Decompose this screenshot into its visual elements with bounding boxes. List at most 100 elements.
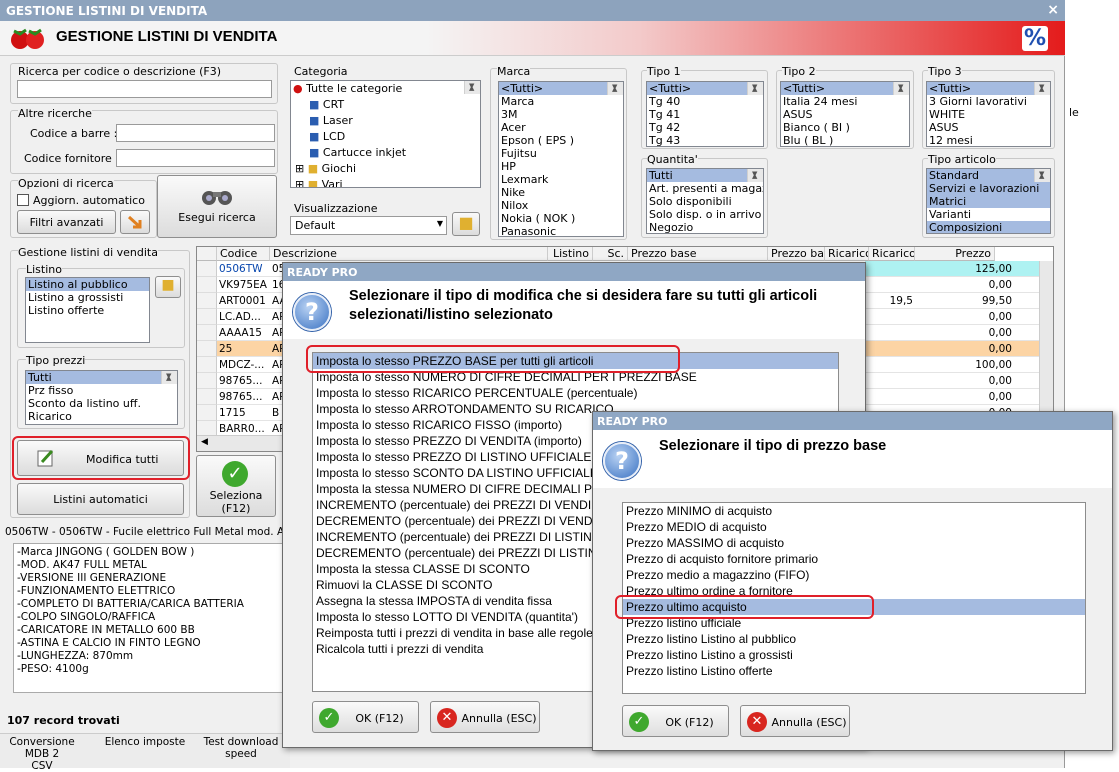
col-header[interactable]: Ricarico [869, 247, 915, 261]
tree-item[interactable]: ■ LCD [291, 129, 480, 145]
price-type-item-scrollbar[interactable] [161, 371, 177, 385]
row-indicator[interactable] [197, 309, 217, 325]
base-price-item[interactable]: Prezzo listino Listino offerte [623, 663, 1085, 679]
listino-folder-button[interactable]: ■ [155, 276, 181, 298]
type1-item[interactable]: Tg 42 [647, 121, 763, 134]
row-indicator[interactable] [197, 261, 217, 277]
row-indicator[interactable] [197, 389, 217, 405]
type2-item[interactable]: <Tutti> [781, 82, 909, 95]
type2-item[interactable]: Blu ( BL ) [781, 134, 909, 146]
supplier-code-input[interactable] [116, 149, 275, 167]
type2-item[interactable]: Bianco ( BI ) [781, 121, 909, 134]
row-indicator[interactable] [197, 293, 217, 309]
grid-vscrollbar[interactable] [1039, 261, 1053, 435]
row-indicator[interactable] [197, 341, 217, 357]
row-indicator[interactable] [197, 373, 217, 389]
type1-item[interactable]: Tg 40 [647, 95, 763, 108]
auto-update-checkbox[interactable] [17, 194, 29, 206]
brand-item[interactable]: Nike [499, 186, 623, 199]
tree-item[interactable]: ■ Laser [291, 113, 480, 129]
article-type-item[interactable]: Composizioni [927, 221, 1050, 233]
col-header[interactable]: Prezzo base [628, 247, 768, 261]
type1-item[interactable]: <Tutti> [647, 82, 763, 95]
convert-mdb-button[interactable]: Conversione MDB 2 CSV [0, 736, 84, 772]
brand-list[interactable]: <Tutti> Marca 3M Acer Epson ( EPS ) Fujitsu HP… [498, 81, 624, 237]
col-header[interactable]: Codice [217, 247, 270, 261]
type1-list[interactable]: <Tutti> Tg 40 Tg 41 Tg 42 Tg 43 [646, 81, 764, 147]
dialog2-ok-button[interactable]: ✓ OK (F12) [622, 705, 729, 737]
quantity-list[interactable]: TuttiArt. presenti a magazzinoSolo dispo… [646, 168, 764, 234]
price-type-item[interactable]: Prz fisso [26, 384, 177, 397]
quantity-item-scrollbar[interactable] [747, 169, 763, 183]
type3-item[interactable]: WHITE [927, 108, 1050, 121]
brand-item[interactable]: Marca [499, 95, 623, 108]
brand-item[interactable]: Panasonic [499, 225, 623, 236]
tree-item[interactable]: ■ Cartucce inkjet [291, 145, 480, 161]
article-type-item[interactable]: Varianti [927, 208, 1050, 221]
category-tree[interactable]: ● Tutte le categorie ■ CRT ■ Laser ■ LCD… [290, 80, 481, 188]
col-header[interactable]: Sc. [593, 247, 628, 261]
tree-item[interactable]: ⊞ ■ Vari [291, 177, 480, 187]
article-type-item[interactable]: Servizi e lavorazioni [927, 182, 1050, 195]
type2-item-scrollbar[interactable] [893, 82, 909, 96]
listino-item[interactable]: Listino offerte [26, 304, 149, 317]
col-header[interactable]: Prezzo base [768, 247, 825, 261]
type2-item[interactable]: ASUS [781, 108, 909, 121]
filter-arrow-button[interactable] [120, 210, 150, 234]
row-indicator[interactable] [197, 357, 217, 373]
type2-list[interactable]: <Tutti> Italia 24 mesi ASUS Bianco ( BI ) Bl… [780, 81, 910, 147]
tree-item[interactable]: ■ CRT [291, 97, 480, 113]
base-price-item[interactable]: Prezzo MEDIO di acquisto [623, 519, 1085, 535]
execute-search-button[interactable]: Esegui ricerca [157, 175, 277, 238]
article-type-item[interactable]: Matrici [927, 195, 1050, 208]
modify-type-item[interactable]: Imposta lo stesso RICARICO PERCENTUALE (… [313, 385, 838, 401]
base-price-item[interactable]: Prezzo MINIMO di acquisto [623, 503, 1085, 519]
base-price-item[interactable]: Prezzo medio a magazzino (FIFO) [623, 567, 1085, 583]
type1-item-scrollbar[interactable] [747, 82, 763, 96]
row-indicator[interactable] [197, 277, 217, 293]
listino-item[interactable]: Listino al pubblico [26, 278, 149, 291]
brand-item[interactable]: Nokia ( NOK ) [499, 212, 623, 225]
price-type-item[interactable]: Tutti [26, 371, 177, 384]
quantity-item[interactable]: Art. presenti a magazzino [647, 182, 763, 195]
base-price-item[interactable]: Prezzo di acquisto fornitore primario [623, 551, 1085, 567]
type3-item[interactable]: ASUS [927, 121, 1050, 134]
col-header[interactable]: Listino [548, 247, 593, 261]
type3-item[interactable]: <Tutti> [927, 82, 1050, 95]
quantity-item[interactable]: Solo disp. o in arrivo [647, 208, 763, 221]
listino-item[interactable]: Listino a grossisti [26, 291, 149, 304]
base-price-item[interactable]: Prezzo MASSIMO di acquisto [623, 535, 1085, 551]
view-select[interactable]: Default ▼ [290, 216, 447, 235]
search-input[interactable] [17, 80, 272, 98]
type1-item[interactable]: Tg 41 [647, 108, 763, 121]
brand-item[interactable]: Nilox [499, 199, 623, 212]
row-indicator[interactable] [197, 325, 217, 341]
type2-item[interactable]: Italia 24 mesi [781, 95, 909, 108]
article-type-item[interactable]: Standard [927, 169, 1050, 182]
quantity-item[interactable]: Tutti [647, 169, 763, 182]
base-price-item[interactable]: Prezzo listino Listino a grossisti [623, 647, 1085, 663]
auto-price-lists-button[interactable]: Listini automatici [17, 483, 184, 515]
barcode-input[interactable] [116, 124, 275, 142]
brand-item[interactable]: Acer [499, 121, 623, 134]
dialog2-cancel-button[interactable]: ✕ Annulla (ESC) [740, 705, 850, 737]
article-type-list[interactable]: Standard Servizi e lavorazioni Matrici Vari… [926, 168, 1051, 234]
brand-item[interactable]: 3M [499, 108, 623, 121]
article-type-item-scrollbar[interactable] [1034, 169, 1050, 183]
brand-item[interactable]: Lexmark [499, 173, 623, 186]
tree-item[interactable]: ⊞ ■ Giochi [291, 161, 480, 177]
category-scrollbar[interactable] [464, 81, 480, 95]
col-header[interactable]: Descrizione [270, 247, 548, 261]
download-speed-button[interactable]: Test download speed [198, 736, 284, 760]
tax-list-button[interactable]: Elenco imposte [100, 736, 190, 748]
dialog1-cancel-button[interactable]: ✕ Annulla (ESC) [430, 701, 540, 733]
tree-item[interactable]: ● Tutte le categorie [291, 81, 480, 97]
close-icon[interactable]: × [1047, 2, 1059, 18]
base-price-item[interactable]: Prezzo listino Listino al pubblico [623, 631, 1085, 647]
advanced-filters-button[interactable]: Filtri avanzati [17, 210, 116, 234]
select-button[interactable]: ✓ Seleziona (F12) [196, 455, 276, 517]
col-header[interactable]: Ricarico [825, 247, 869, 261]
view-folder-button[interactable]: ■ [452, 212, 480, 236]
type3-list[interactable]: <Tutti> 3 Giorni lavorativi WHITE ASUS 12 me… [926, 81, 1051, 147]
listino-list[interactable]: Listino al pubblico Listino a grossisti Li… [25, 277, 150, 343]
